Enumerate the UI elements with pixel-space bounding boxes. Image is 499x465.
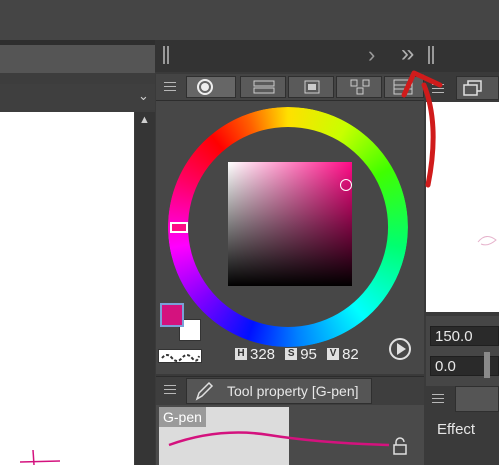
hsv-readout: H 328 S 95 V 82	[235, 345, 365, 365]
effect-section	[426, 412, 499, 465]
lock-icon[interactable]	[391, 437, 409, 455]
layer-property-tab[interactable]	[455, 386, 499, 412]
main-color-swatch[interactable]	[160, 303, 184, 327]
play-icon[interactable]	[389, 338, 411, 360]
s-label: S	[285, 348, 298, 361]
menu-icon[interactable]	[164, 82, 176, 92]
color-history-tab-icon	[304, 80, 320, 94]
dock-grip-left[interactable]	[163, 46, 169, 64]
intermediate-color-tab[interactable]	[336, 76, 382, 98]
slider-knob[interactable]	[484, 352, 490, 378]
menu-icon[interactable]	[164, 385, 176, 395]
dock-next-button[interactable]: ›	[368, 42, 375, 68]
top-toolbar	[0, 0, 499, 40]
hue-selector[interactable]	[170, 222, 188, 233]
left-dock-strip	[0, 45, 155, 73]
h-label: H	[235, 348, 247, 361]
color-wheel-tab-dot	[201, 83, 209, 91]
sv-selector[interactable]	[340, 179, 352, 191]
pen-icon	[195, 381, 214, 401]
v-label: V	[327, 348, 340, 361]
tool-property-title: Tool property [G-pen]	[227, 383, 359, 399]
color-wheel-tab[interactable]	[186, 76, 236, 98]
opacity-field[interactable]: 150.0	[430, 326, 499, 346]
h-value: 328	[250, 345, 276, 363]
v-value: 82	[342, 345, 359, 363]
layer-tab[interactable]	[456, 76, 499, 100]
s-value: 95	[300, 345, 317, 363]
color-set-tab[interactable]	[240, 76, 286, 98]
intermediate-color-tab-icon	[350, 79, 370, 95]
color-set-tab-icon	[253, 80, 275, 94]
canvas-header: ⌄	[0, 84, 155, 110]
tool-property-tab[interactable]: Tool property [G-pen]	[186, 378, 372, 404]
canvas-scrollbar[interactable]: ▲	[135, 112, 155, 465]
drawing-canvas[interactable]	[0, 112, 134, 465]
transparent-color-swatch[interactable]	[158, 349, 202, 363]
chevron-down-icon[interactable]: ⌄	[138, 88, 149, 104]
saturation-value-square[interactable]	[228, 162, 352, 286]
color-history-tab[interactable]	[288, 76, 334, 98]
menu-icon[interactable]	[432, 394, 444, 404]
effect-label: Effect	[437, 421, 476, 438]
scroll-up-icon[interactable]: ▲	[139, 114, 150, 126]
brush-name: G-pen	[159, 407, 206, 427]
layer-tab-icon	[463, 80, 482, 96]
annotation-arrow	[401, 70, 443, 188]
